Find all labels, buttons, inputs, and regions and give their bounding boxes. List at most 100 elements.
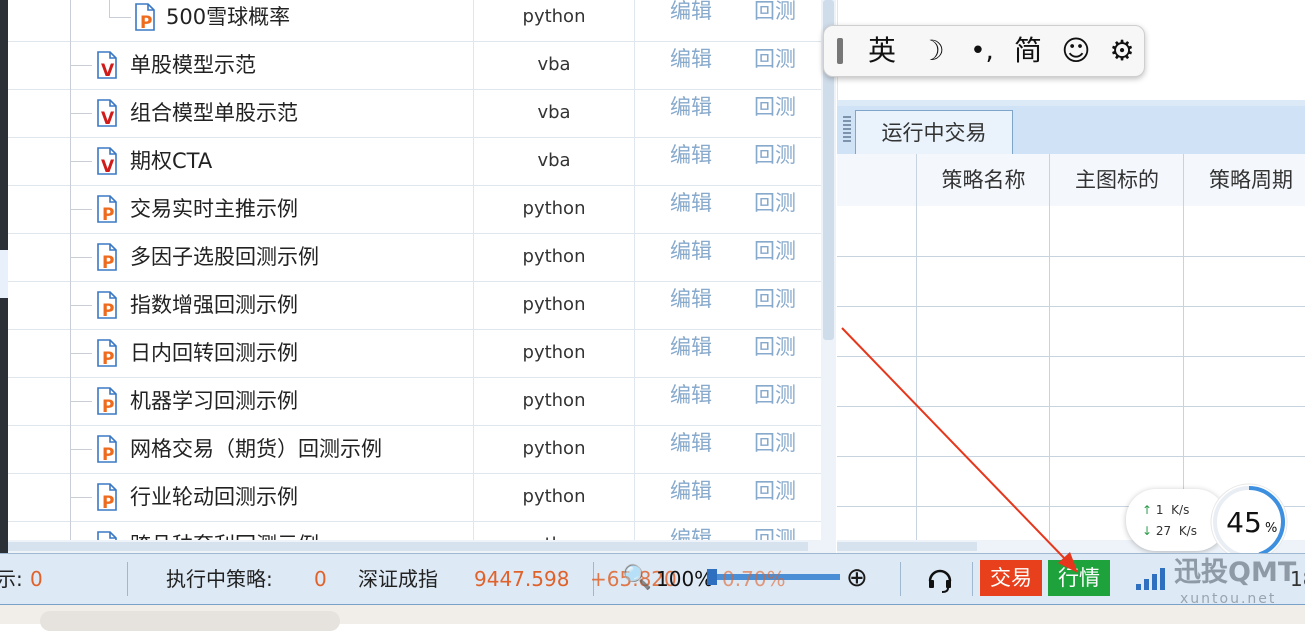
moon-icon[interactable]: ☽ (912, 32, 952, 70)
table-row[interactable]: V 期权CTA vba 编辑 回测 (8, 137, 821, 186)
status-value: 0 (30, 567, 43, 591)
edit-link[interactable]: 编辑 (670, 473, 712, 509)
cell-actions: 编辑 回测 (635, 137, 821, 185)
strategy-language: vba (474, 41, 635, 89)
backtest-link[interactable]: 回测 (754, 329, 796, 365)
trade-button[interactable]: 交易 (980, 560, 1042, 596)
table-row[interactable]: P 网格交易（期货）回测示例 python 编辑 回测 (8, 425, 821, 474)
edit-link[interactable]: 编辑 (670, 185, 712, 221)
tree-line (70, 161, 92, 162)
arrow-down-icon: ↓ (1142, 524, 1153, 538)
tab-running-trades[interactable]: 运行中交易 (855, 110, 1013, 155)
tree-line (109, 0, 110, 17)
column-header-strategy-name[interactable]: 策略名称 (916, 154, 1050, 206)
headset-icon[interactable] (926, 565, 954, 593)
emoji-icon[interactable]: ☺ (1056, 32, 1096, 70)
table-row[interactable]: P 指数增强回测示例 python 编辑 回测 (8, 281, 821, 330)
cell-actions: 编辑 回测 (635, 425, 821, 473)
cell-strategy-name: P 行业轮动回测示例 (8, 473, 474, 521)
ime-simplified-toggle[interactable]: 简 (1008, 32, 1048, 70)
column-header-main-symbol[interactable]: 主图标的 (1049, 154, 1184, 206)
edit-link[interactable]: 编辑 (670, 0, 712, 29)
strategy-name[interactable]: 指数增强回测示例 (130, 281, 298, 329)
ime-drag-handle[interactable] (837, 38, 843, 64)
upload-value: 1 (1155, 503, 1164, 517)
edit-link[interactable]: 编辑 (670, 41, 712, 77)
backtest-link[interactable]: 回测 (754, 137, 796, 173)
scrollbar-thumb[interactable] (8, 542, 808, 551)
edit-link[interactable]: 编辑 (670, 137, 712, 173)
strategy-language: python (474, 473, 635, 521)
strategy-name[interactable]: 网格交易（期货）回测示例 (130, 425, 382, 473)
table-row[interactable]: P 机器学习回测示例 python 编辑 回测 (8, 377, 821, 426)
edit-link[interactable]: 编辑 (670, 233, 712, 269)
svg-text:P: P (140, 13, 152, 31)
tree-line (70, 257, 92, 258)
gear-icon[interactable]: ⚙ (1102, 32, 1142, 70)
python-file-icon: P (135, 3, 155, 31)
backtest-link[interactable]: 回测 (754, 41, 796, 77)
zoom-out-icon[interactable]: 🔍 (622, 552, 652, 602)
grid-line (837, 456, 1305, 457)
table-row[interactable]: P 日内回转回测示例 python 编辑 回测 (8, 329, 821, 378)
table-row[interactable]: P 500雪球概率 python 编辑 回测 (8, 0, 821, 42)
quote-button[interactable]: 行情 (1048, 560, 1110, 596)
edit-link[interactable]: 编辑 (670, 377, 712, 413)
strategy-name[interactable]: 跨品种套利回测示例 (130, 521, 319, 540)
table-row[interactable]: P 行业轮动回测示例 python 编辑 回测 (8, 473, 821, 522)
ime-language-toggle[interactable]: 英 (862, 32, 902, 70)
cell-actions: 编辑 回测 (635, 377, 821, 425)
table-vertical-scrollbar[interactable] (821, 0, 836, 553)
vba-file-icon: V (97, 99, 117, 127)
grid-line (837, 406, 1305, 407)
strategy-name[interactable]: 交易实时主推示例 (130, 185, 298, 233)
running-strategies-count: 0 (314, 567, 327, 591)
tree-line (70, 65, 92, 66)
backtest-link[interactable]: 回测 (754, 185, 796, 221)
backtest-link[interactable]: 回测 (754, 521, 796, 540)
punctuation-icon[interactable]: •, (960, 32, 1004, 70)
backtest-link[interactable]: 回测 (754, 377, 796, 413)
scrollbar-thumb[interactable] (837, 542, 977, 551)
edit-link[interactable]: 编辑 (670, 329, 712, 365)
cell-strategy-name: P 日内回转回测示例 (8, 329, 474, 377)
table-row[interactable]: P 多因子选股回测示例 python 编辑 回测 (8, 233, 821, 282)
svg-text:V: V (101, 157, 115, 175)
strategy-name[interactable]: 日内回转回测示例 (130, 329, 298, 377)
backtest-link[interactable]: 回测 (754, 233, 796, 269)
tree-line (70, 113, 92, 114)
backtest-link[interactable]: 回测 (754, 0, 796, 29)
column-header-strategy-period[interactable]: 策略周期 (1183, 154, 1305, 206)
table-row[interactable]: V 组合模型单股示范 vba 编辑 回测 (8, 89, 821, 138)
table-row[interactable]: P 跨品种套利回测示例 python 编辑 回测 (8, 521, 821, 540)
zoom-slider-handle[interactable] (707, 569, 717, 585)
edit-link[interactable]: 编辑 (670, 521, 712, 540)
svg-text:P: P (102, 205, 114, 223)
table-row[interactable]: P 交易实时主推示例 python 编辑 回测 (8, 185, 821, 234)
backtest-link[interactable]: 回测 (754, 281, 796, 317)
strategy-name[interactable]: 500雪球概率 (166, 0, 290, 41)
strategy-name[interactable]: 行业轮动回测示例 (130, 473, 298, 521)
backtest-link[interactable]: 回测 (754, 89, 796, 125)
tree-line (70, 497, 92, 498)
clock-partial: 18 (1290, 567, 1305, 591)
table-horizontal-scrollbar[interactable] (8, 540, 821, 553)
grip-handle-icon[interactable] (843, 116, 851, 144)
edit-link[interactable]: 编辑 (670, 425, 712, 461)
strategy-name[interactable]: 机器学习回测示例 (130, 377, 298, 425)
table-row[interactable]: V 单股模型示范 vba 编辑 回测 (8, 41, 821, 90)
strategy-name[interactable]: 单股模型示范 (130, 41, 256, 89)
cell-actions: 编辑 回测 (635, 281, 821, 329)
backtest-link[interactable]: 回测 (754, 473, 796, 509)
running-trades-tabbar: 运行中交易 (837, 106, 1305, 155)
download-value: 27 (1155, 524, 1172, 538)
strategy-name[interactable]: 期权CTA (130, 137, 212, 185)
edit-link[interactable]: 编辑 (670, 89, 712, 125)
zoom-in-icon[interactable]: ⊕ (846, 553, 868, 603)
strategy-name[interactable]: 多因子选股回测示例 (130, 233, 319, 281)
backtest-link[interactable]: 回测 (754, 425, 796, 461)
strategy-name[interactable]: 组合模型单股示范 (130, 89, 298, 137)
signal-strength-icon (1136, 568, 1165, 590)
index-name[interactable]: 深证成指 (358, 554, 438, 604)
edit-link[interactable]: 编辑 (670, 281, 712, 317)
